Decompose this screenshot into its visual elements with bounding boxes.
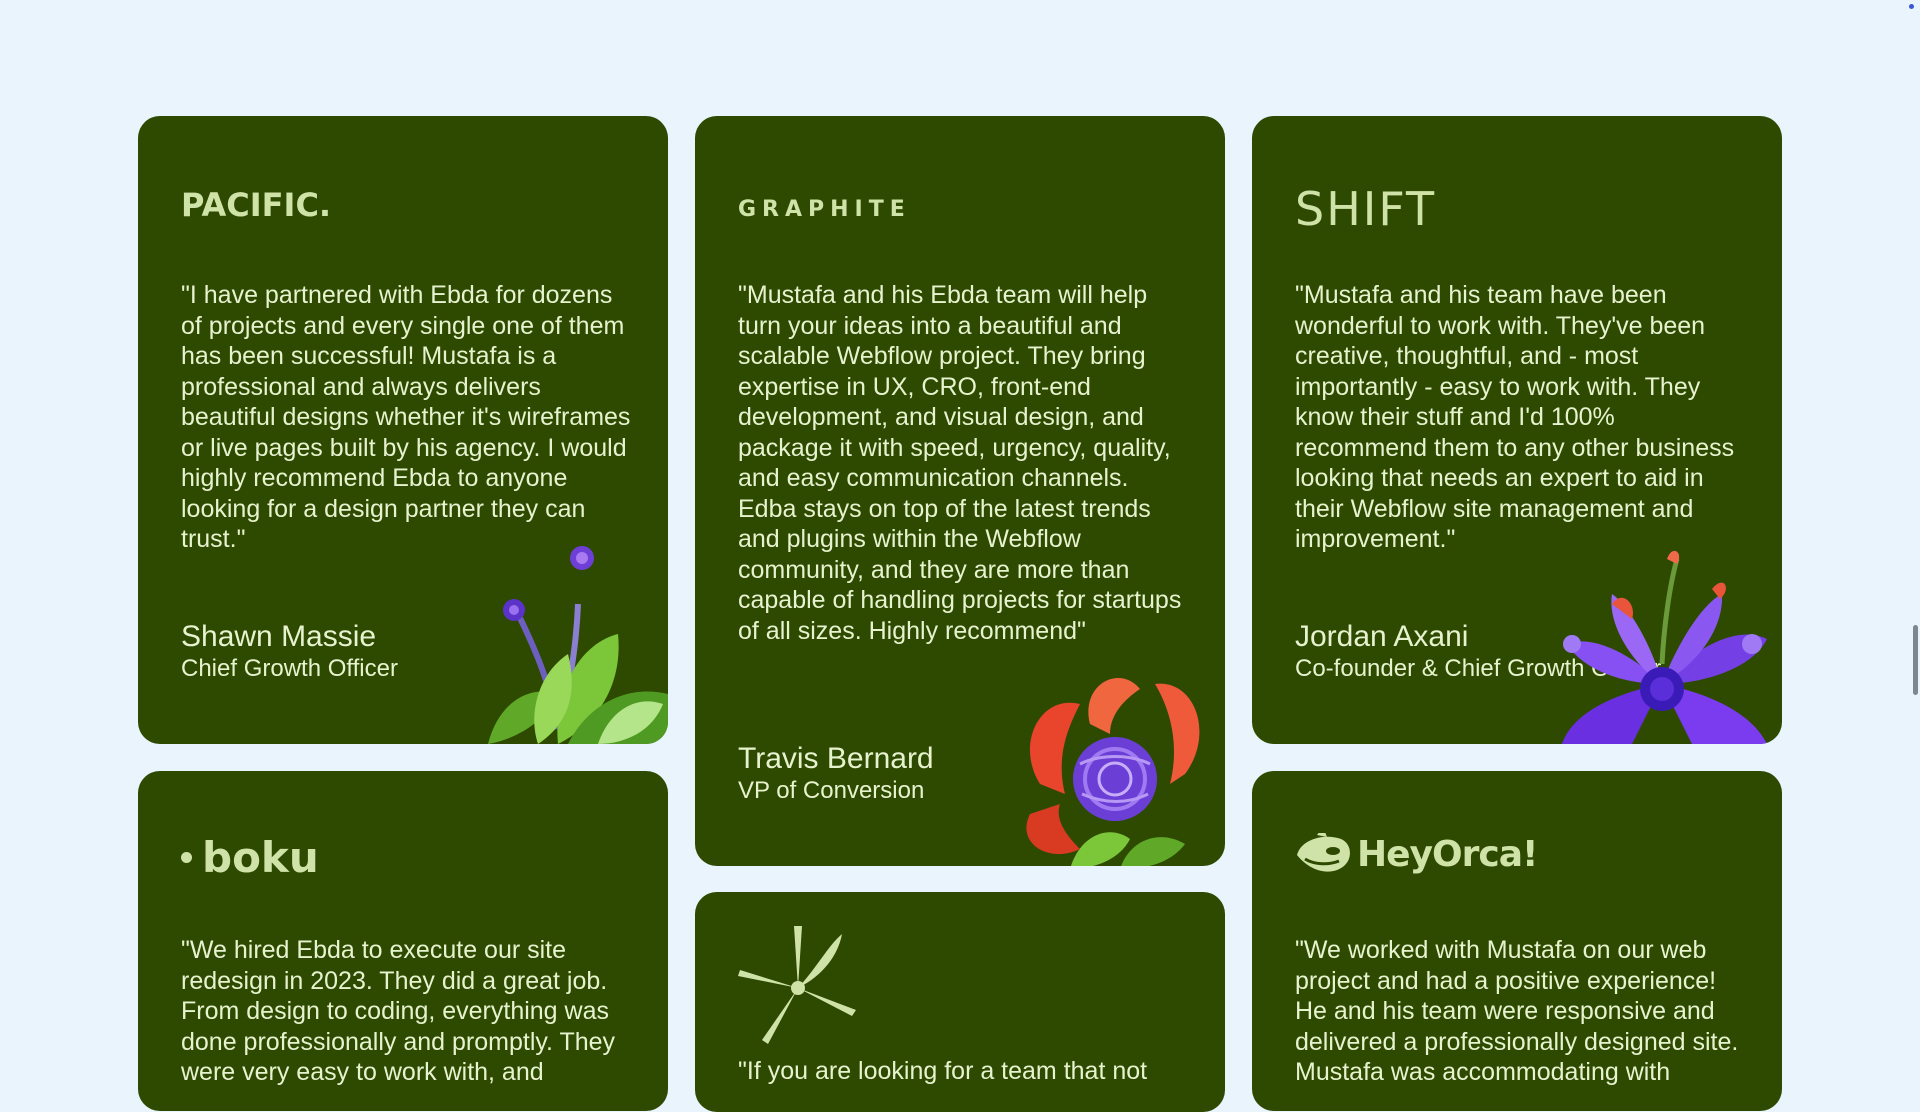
boku-logo: boku [181, 833, 319, 882]
corner-dot [1909, 4, 1914, 9]
author-title: Chief Growth Officer [181, 655, 398, 682]
star-logo-icon [738, 926, 862, 1046]
author-name: Travis Bernard [738, 742, 934, 775]
boku-dot-icon [181, 852, 192, 863]
testimonial-card-heyorca: HeyOrca! "We worked with Mustafa on our … [1252, 771, 1782, 1111]
testimonial-card-star: "If you are looking for a team that not [695, 892, 1225, 1112]
pacific-logo: PACIFIC. [181, 186, 332, 224]
testimonial-quote: "We hired Ebda to execute our site redes… [181, 936, 616, 1086]
green-plant-illustration [488, 546, 668, 744]
purple-flower-illustration [1562, 550, 1767, 744]
testimonial-author: Travis Bernard VP of Conversion [738, 742, 934, 806]
testimonial-quote: "I have partnered with Ebda for dozens o… [181, 281, 631, 553]
shift-logo: SHIFT [1295, 182, 1437, 236]
testimonial-quote: "We worked with Mustafa on our web proje… [1295, 936, 1739, 1086]
testimonial-quote: "Mustafa and his team have been wonderfu… [1295, 281, 1735, 553]
author-name: Shawn Massie [181, 620, 377, 653]
section-heading: Our word for it. [140, 0, 1171, 10]
scrollbar-thumb[interactable] [1913, 625, 1918, 695]
author-title: VP of Conversion [738, 777, 925, 804]
boku-logo-text: boku [202, 833, 319, 882]
testimonial-quote: "If you are looking for a team that not [738, 1057, 1148, 1085]
testimonial-quote: "Mustafa and his Ebda team will help tur… [738, 281, 1182, 645]
testimonial-card-boku: boku "We hired Ebda to execute our site … [138, 771, 668, 1111]
red-flower-illustration [1026, 677, 1200, 866]
graphite-logo: GRAPHITE [738, 197, 911, 222]
orca-icon [1297, 833, 1350, 872]
testimonial-author: Shawn Massie Chief Growth Officer [181, 620, 398, 684]
testimonial-card-pacific: PACIFIC. "I have partnered with Ebda for… [138, 116, 668, 744]
testimonial-card-shift: SHIFT "Mustafa and his team have been wo… [1252, 116, 1782, 744]
heyorca-logo: HeyOrca! [1295, 833, 1538, 875]
heyorca-logo-text: HeyOrca! [1357, 833, 1538, 875]
testimonial-card-graphite: GRAPHITE "Mustafa and his Ebda team will… [695, 116, 1225, 866]
